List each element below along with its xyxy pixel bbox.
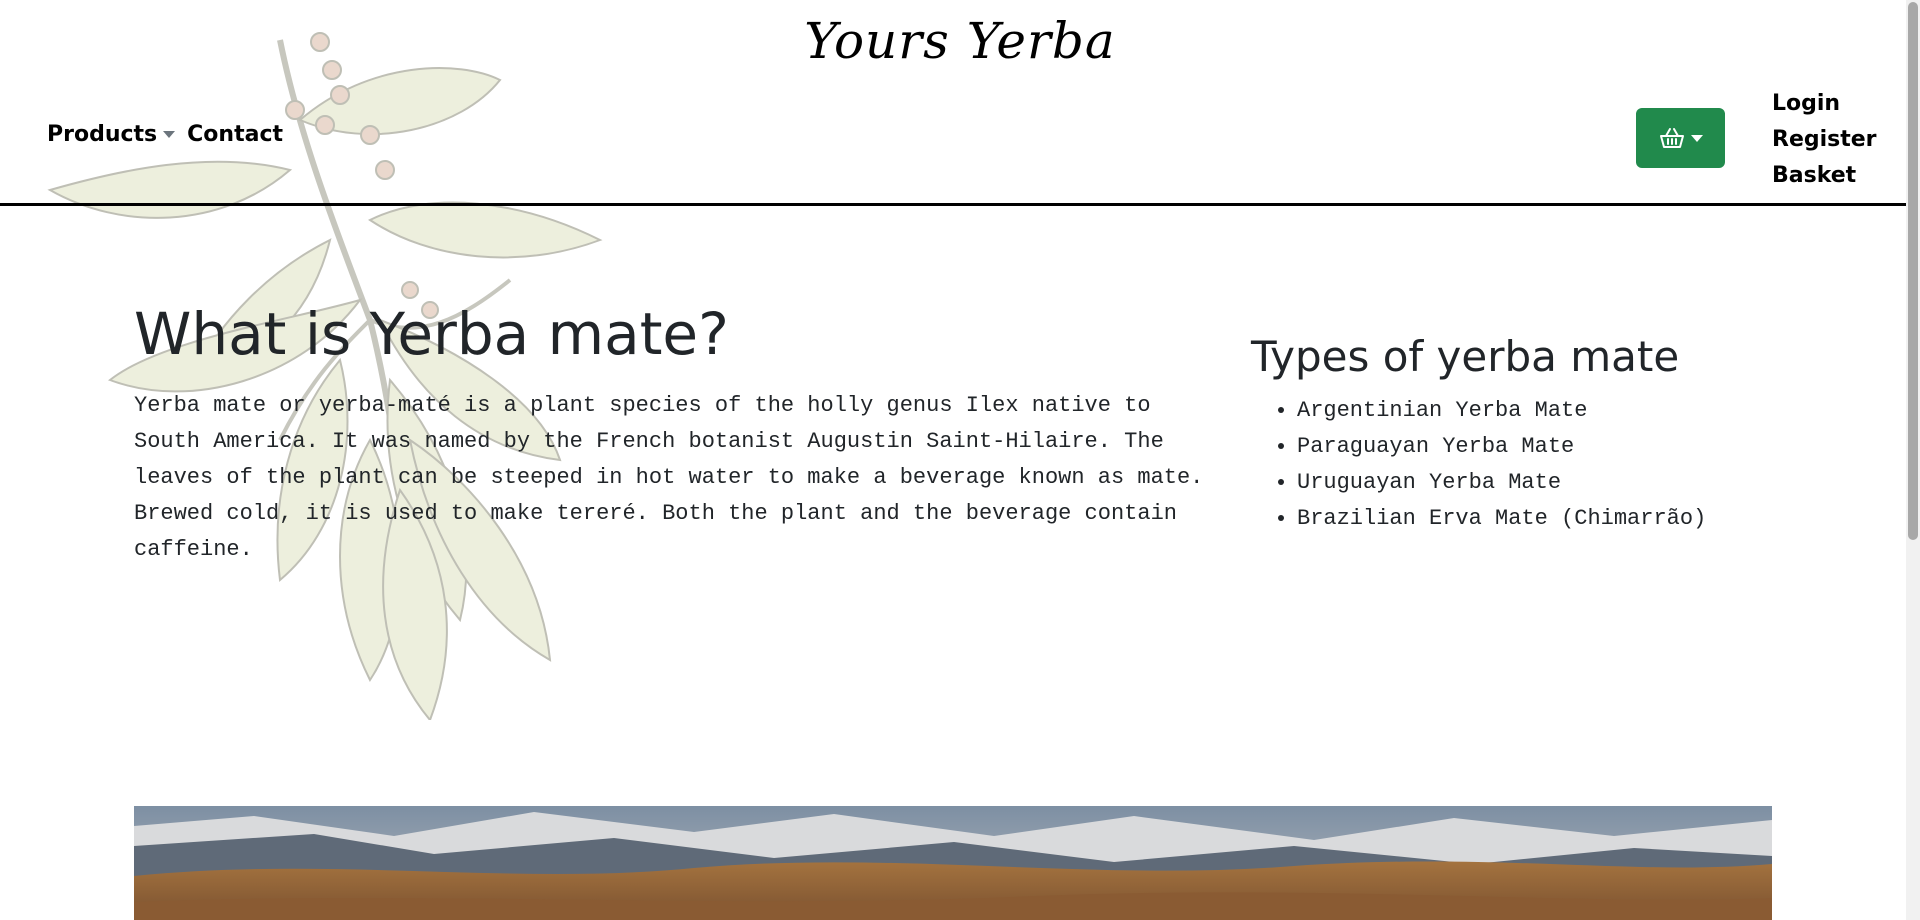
landscape-banner-image [134,806,1772,920]
site-title: Yours Yerba [804,12,1116,70]
page-title: What is Yerba mate? [134,300,729,368]
main-nav: Products Contact [47,122,283,147]
types-heading: Types of yerba mate [1251,332,1680,381]
list-item: Paraguayan Yerba Mate [1297,429,1706,465]
products-label: Products [47,122,158,147]
basket-icon [1659,128,1684,148]
list-item: Uruguayan Yerba Mate [1297,465,1706,501]
account-links: Login Register Basket [1772,86,1877,194]
contact-link[interactable]: Contact [187,122,283,147]
chevron-down-icon [1690,134,1703,142]
scrollbar-thumb[interactable] [1908,2,1918,540]
header-divider [0,203,1906,206]
basket-dropdown-button[interactable] [1636,108,1725,168]
page-scrollbar[interactable] [1906,0,1920,920]
list-item: Argentinian Yerba Mate [1297,393,1706,429]
list-item: Brazilian Erva Mate (Chimarrão) [1297,501,1706,537]
chevron-down-icon [163,131,176,138]
intro-paragraph: Yerba mate or yerba-maté is a plant spec… [134,393,1204,562]
types-list: Argentinian Yerba Mate Paraguayan Yerba … [1251,393,1706,537]
products-dropdown[interactable]: Products [47,122,176,147]
login-link[interactable]: Login [1772,86,1877,122]
register-link[interactable]: Register [1772,122,1877,158]
basket-link[interactable]: Basket [1772,158,1877,194]
